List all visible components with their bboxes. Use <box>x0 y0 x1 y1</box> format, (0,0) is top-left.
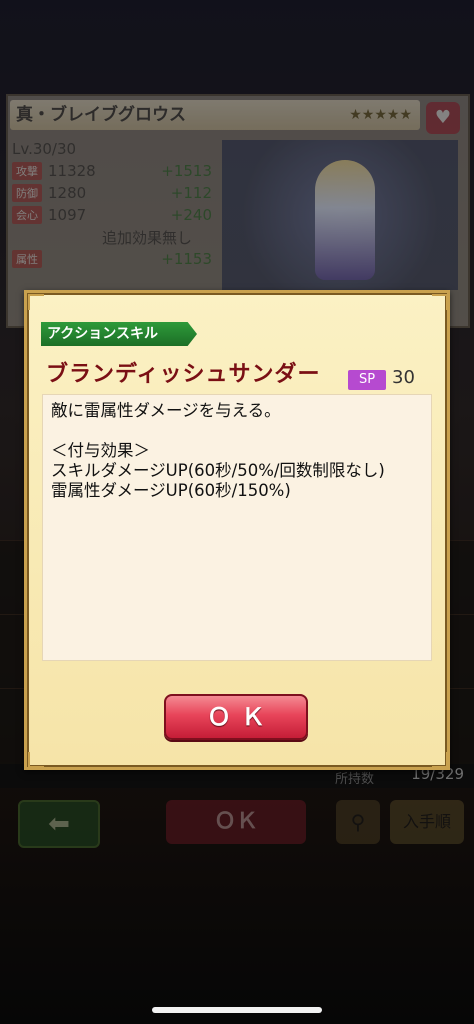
dialog-corner <box>432 752 448 768</box>
skill-type-tag: アクションスキル <box>41 322 197 346</box>
sp-badge: SP <box>348 370 386 390</box>
dialog-corner <box>432 294 448 310</box>
ok-button[interactable]: ＯＫ <box>164 694 308 740</box>
dialog-corner <box>28 294 44 310</box>
sp-value: 30 <box>392 367 415 388</box>
dialog-corner <box>28 752 44 768</box>
home-indicator[interactable] <box>152 1007 322 1013</box>
skill-name: ブランディッシュサンダー <box>46 362 321 387</box>
skill-description: 敵に雷属性ダメージを与える。 ＜付与効果＞ スキルダメージUP(60秒/50%/… <box>42 394 432 661</box>
